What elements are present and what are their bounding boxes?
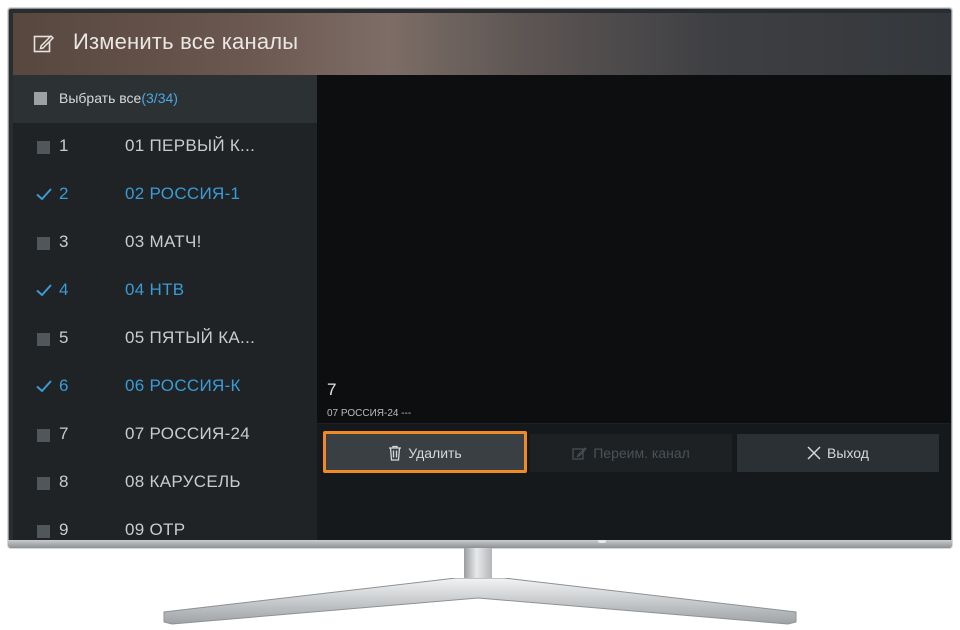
channel-checkbox[interactable]	[37, 333, 50, 346]
page-title: Изменить все каналы	[73, 29, 299, 54]
channel-checkbox[interactable]	[37, 429, 50, 442]
channel-name: 03 МАТЧ!	[125, 232, 202, 251]
checkmark-icon[interactable]	[35, 281, 53, 299]
tv-bottom-bezel	[8, 540, 952, 548]
channel-row[interactable]: 6 06 РОССИЯ-К	[13, 363, 317, 411]
channel-row[interactable]: 4 04 НТВ	[13, 267, 317, 315]
channel-row[interactable]: 5 05 ПЯТЫЙ КА...	[13, 315, 317, 363]
checkmark-icon[interactable]	[35, 185, 53, 203]
channel-number: 6	[59, 376, 69, 395]
channel-number: 1	[59, 136, 69, 155]
select-all-text: Выбрать все	[59, 90, 142, 106]
channel-name: 08 КАРУСЕЛЬ	[125, 472, 241, 491]
channel-preview	[317, 75, 951, 423]
channel-number: 9	[59, 520, 69, 539]
selected-channel-subtitle: 07 РОССИЯ-24 ---	[327, 408, 412, 419]
channel-name: 04 НТВ	[125, 280, 185, 299]
exit-button[interactable]: Выход	[737, 434, 939, 472]
channel-name: 06 РОССИЯ-К	[125, 376, 241, 395]
channel-number: 2	[59, 184, 69, 203]
channel-name: 02 РОССИЯ-1	[125, 184, 241, 203]
checkmark-icon[interactable]	[35, 377, 53, 395]
select-all-label: Выбрать все(3/34)	[59, 90, 178, 106]
channel-panel: Выбрать все(3/34) 1 01 ПЕРВЫЙ К... 2 02 РОС…	[13, 75, 317, 540]
focus-highlight	[323, 431, 527, 473]
channel-name: 09 ОТР	[125, 520, 186, 539]
channel-number: 4	[59, 280, 69, 299]
channel-row[interactable]: 9 09 ОТР	[13, 507, 317, 540]
channel-row[interactable]: 8 08 КАРУСЕЛЬ	[13, 459, 317, 507]
channel-name: 07 РОССИЯ-24	[125, 424, 251, 443]
channel-name: 05 ПЯТЫЙ КА...	[125, 328, 256, 347]
channel-number: 7	[59, 424, 69, 443]
edit-icon	[33, 34, 55, 53]
channel-number: 8	[59, 472, 69, 491]
channel-checkbox[interactable]	[37, 141, 50, 154]
channel-row[interactable]: 2 02 РОССИЯ-1	[13, 171, 317, 219]
channel-checkbox[interactable]	[37, 237, 50, 250]
header-bar: Изменить все каналы	[13, 13, 951, 75]
close-icon	[807, 446, 821, 460]
edit-icon	[572, 446, 587, 460]
select-all-count: (3/34)	[141, 90, 178, 106]
channel-checkbox[interactable]	[37, 477, 50, 490]
channel-list: 1 01 ПЕРВЫЙ К... 2 02 РОССИЯ-1 3 03 МАТЧ! 4 04 …	[13, 123, 317, 540]
rename-channel-button[interactable]: Переим. канал	[530, 434, 732, 472]
channel-row[interactable]: 1 01 ПЕРВЫЙ К...	[13, 123, 317, 171]
channel-number: 5	[59, 328, 69, 347]
selected-channel-number: 7	[327, 380, 337, 399]
select-all-checkbox[interactable]	[34, 92, 47, 105]
tv-stand-base	[163, 578, 797, 625]
channel-row[interactable]: 7 07 РОССИЯ-24	[13, 411, 317, 459]
channel-checkbox[interactable]	[37, 525, 50, 538]
rename-channel-label: Переим. канал	[593, 445, 690, 461]
channel-number: 3	[59, 232, 69, 251]
exit-button-label: Выход	[827, 445, 869, 461]
channel-row[interactable]: 3 03 МАТЧ!	[13, 219, 317, 267]
channel-name: 01 ПЕРВЫЙ К...	[125, 136, 256, 155]
select-all-row[interactable]: Выбрать все(3/34)	[13, 75, 317, 123]
